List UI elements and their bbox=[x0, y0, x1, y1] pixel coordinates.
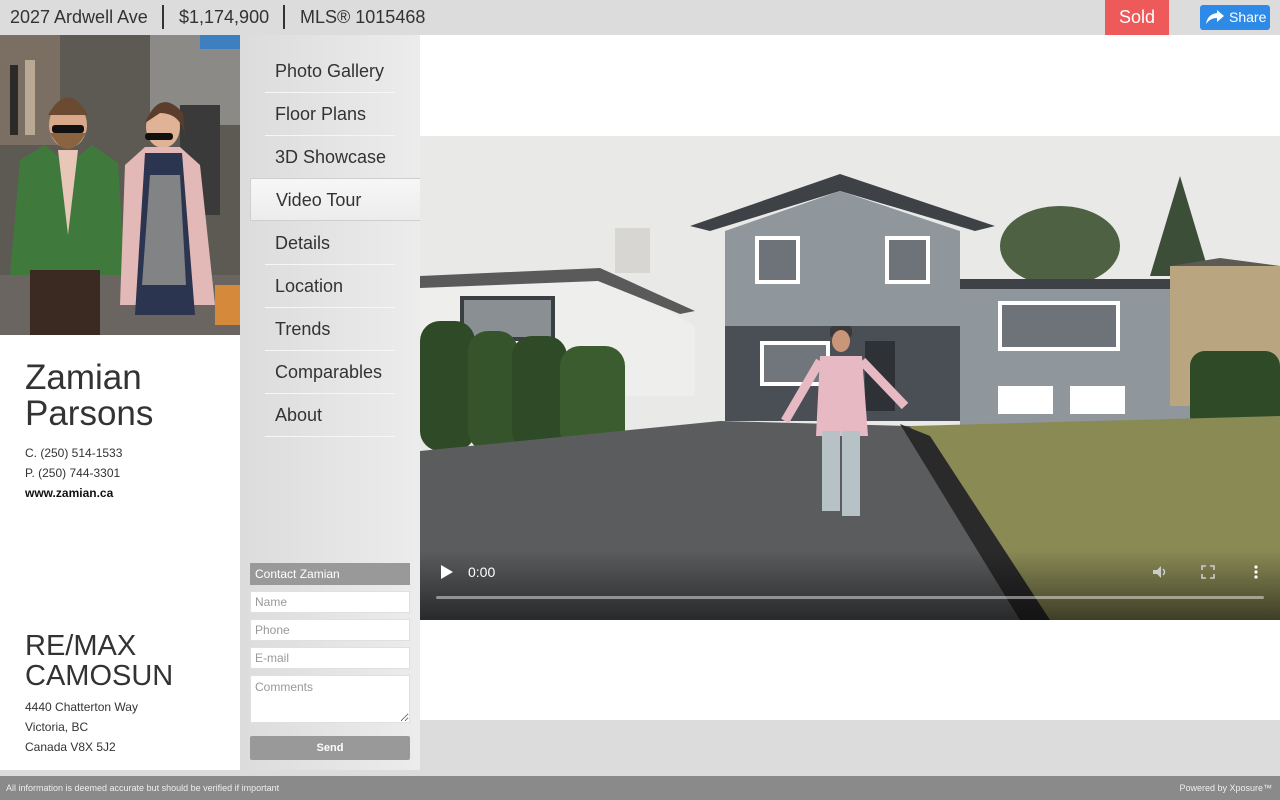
powered-by-link[interactable]: Powered by Xposure™ bbox=[1179, 783, 1272, 793]
brokerage-name: RE/MAX CAMOSUN bbox=[25, 631, 173, 691]
agent-office-phone: P. (250) 744-3301 bbox=[25, 466, 121, 480]
fullscreen-icon[interactable] bbox=[1200, 564, 1216, 580]
agent-first-name: Zamian bbox=[25, 358, 142, 397]
nav-details[interactable]: Details bbox=[265, 222, 395, 265]
brokerage-street: 4440 Chatterton Way bbox=[25, 700, 138, 714]
agent-photo bbox=[0, 35, 240, 335]
header-divider bbox=[283, 5, 285, 29]
send-button[interactable]: Send bbox=[250, 736, 410, 760]
video-progress-bar[interactable] bbox=[436, 596, 1264, 599]
nav-photo-gallery[interactable]: Photo Gallery bbox=[265, 50, 395, 93]
agent-photo-illustration bbox=[0, 35, 240, 335]
nav-video-tour[interactable]: Video Tour bbox=[250, 178, 432, 222]
video-frame-house bbox=[420, 136, 1280, 620]
status-badge: Sold bbox=[1105, 0, 1169, 35]
share-label: Share bbox=[1229, 9, 1267, 25]
nav-comparables[interactable]: Comparables bbox=[265, 351, 395, 394]
agent-last-name: Parsons bbox=[25, 394, 154, 433]
agent-panel: Zamian Parsons C. (250) 514-1533 P. (250… bbox=[0, 35, 240, 770]
header-divider bbox=[162, 5, 164, 29]
nav-about[interactable]: About bbox=[265, 394, 395, 437]
video-controls bbox=[420, 550, 1280, 620]
footer-disclaimer: All information is deemed accurate but s… bbox=[6, 783, 280, 793]
page-footer: All information is deemed accurate but s… bbox=[0, 776, 1280, 800]
share-arrow-icon bbox=[1206, 10, 1224, 24]
agent-cell-phone: C. (250) 514-1533 bbox=[25, 446, 123, 460]
video-player[interactable]: 0:00 bbox=[420, 136, 1280, 620]
brokerage-country: Canada V8X 5J2 bbox=[25, 740, 116, 754]
agent-name: Zamian Parsons bbox=[25, 360, 153, 432]
volume-icon[interactable] bbox=[1152, 564, 1168, 580]
listing-address: 2027 Ardwell Ave bbox=[10, 7, 148, 27]
more-options-icon[interactable] bbox=[1248, 564, 1264, 580]
contact-heading: Contact Zamian bbox=[250, 563, 410, 585]
brokerage-line-1: RE/MAX bbox=[25, 630, 137, 662]
agent-website-link[interactable]: www.zamian.ca bbox=[25, 486, 113, 500]
contact-phone-input[interactable] bbox=[250, 619, 410, 641]
play-icon[interactable] bbox=[440, 564, 454, 580]
nav-location[interactable]: Location bbox=[265, 265, 395, 308]
nav-floor-plans[interactable]: Floor Plans bbox=[265, 93, 395, 136]
share-button[interactable]: Share bbox=[1200, 5, 1270, 30]
contact-email-input[interactable] bbox=[250, 647, 410, 669]
nav-trends[interactable]: Trends bbox=[265, 308, 395, 351]
contact-name-input[interactable] bbox=[250, 591, 410, 613]
video-time: 0:00 bbox=[468, 564, 496, 580]
brokerage-city: Victoria, BC bbox=[25, 720, 89, 734]
brokerage-line-2: CAMOSUN bbox=[25, 660, 174, 692]
contact-comments-input[interactable] bbox=[250, 675, 410, 723]
listing-price: $1,174,900 bbox=[179, 7, 270, 27]
nav-3d-showcase[interactable]: 3D Showcase bbox=[265, 136, 395, 179]
listing-header: 2027 Ardwell Ave $1,174,900 MLS® 1015468… bbox=[0, 0, 1280, 35]
listing-mls: MLS® 1015468 bbox=[300, 7, 426, 27]
